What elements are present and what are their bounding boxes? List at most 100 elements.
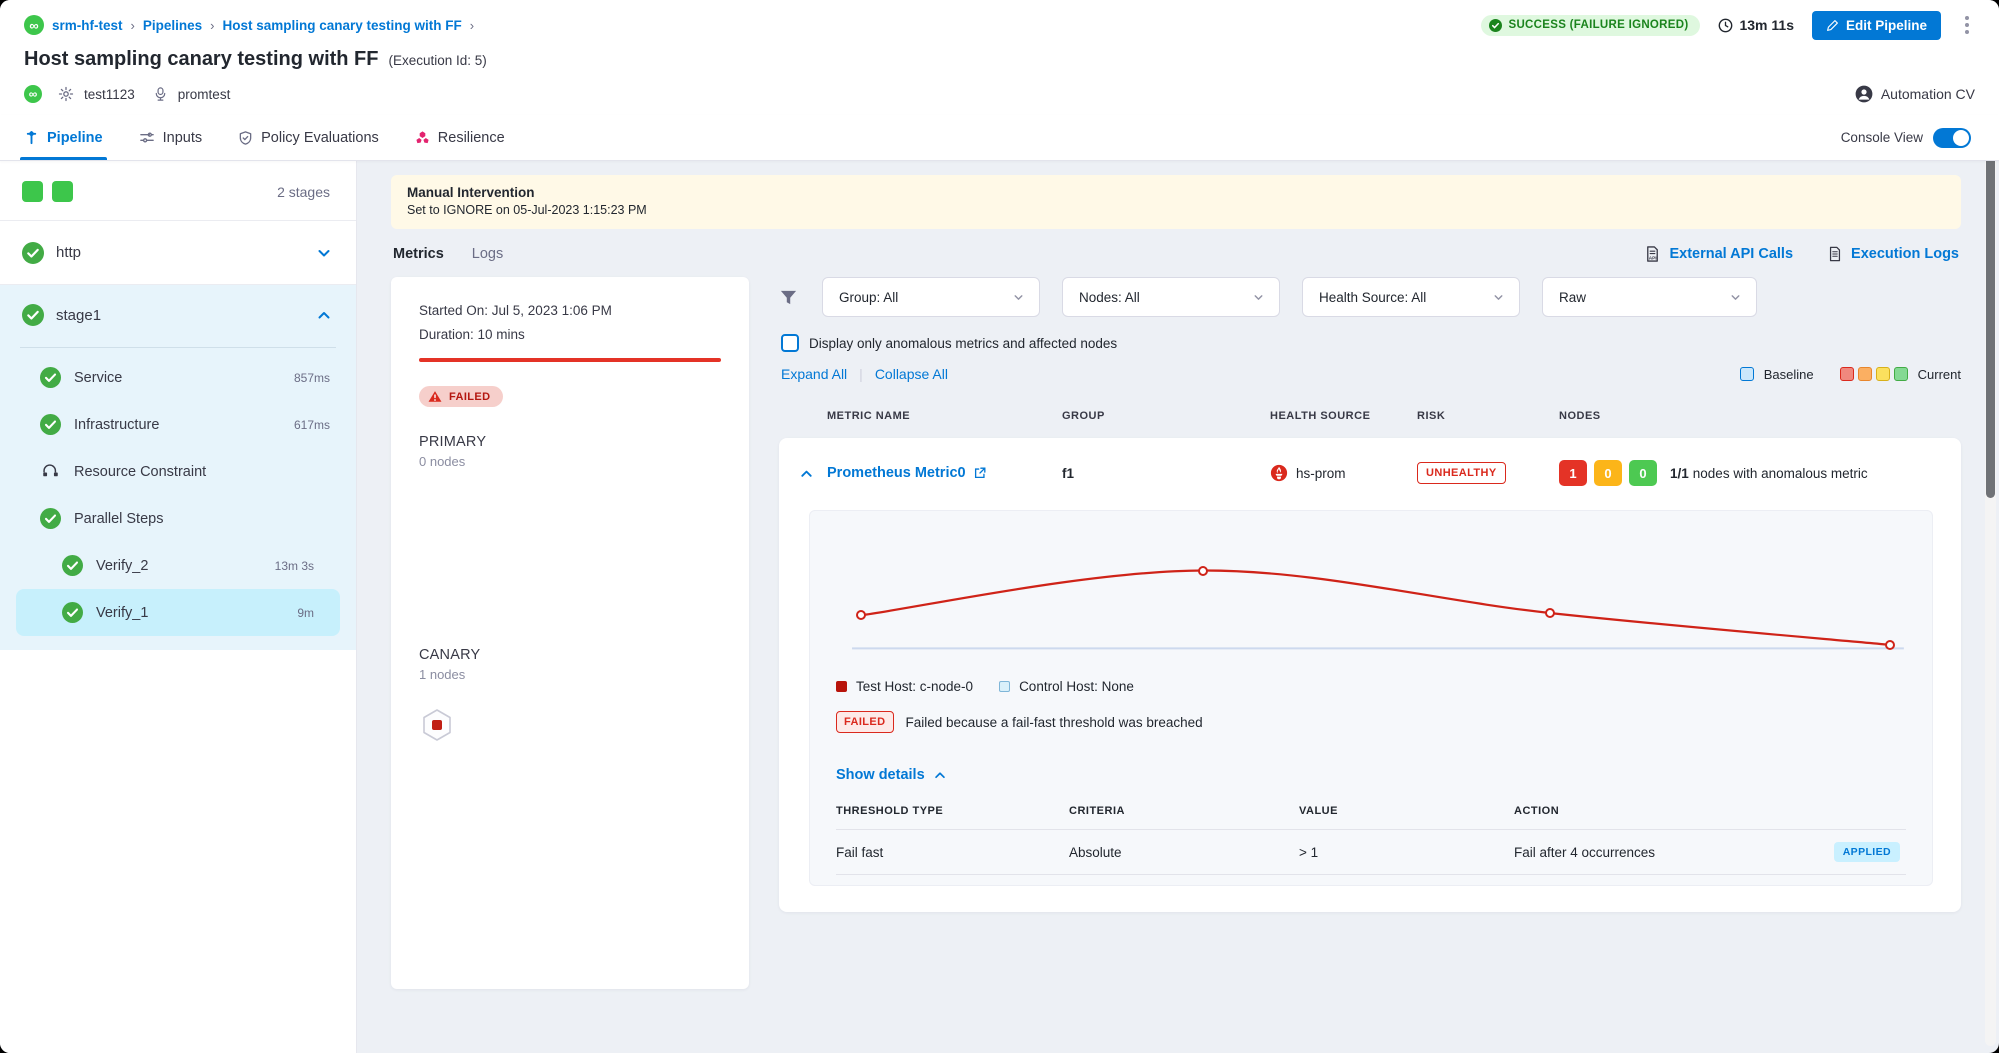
nodes-filter-dropdown[interactable]: Nodes: All bbox=[1062, 277, 1280, 317]
warning-triangle-icon bbox=[428, 390, 442, 403]
breadcrumb-pipelines[interactable]: Pipelines bbox=[143, 18, 202, 33]
data-point-marker[interactable] bbox=[1545, 608, 1555, 618]
sidebar-step-verify-2[interactable]: Verify_2 13m 3s bbox=[16, 542, 340, 589]
metric-name-link[interactable]: Prometheus Metric0 bbox=[827, 465, 1062, 481]
data-point-marker[interactable] bbox=[856, 610, 866, 620]
stage-count: 2 stages bbox=[277, 184, 330, 200]
chevron-down-icon bbox=[1729, 291, 1742, 304]
api-document-icon: API bbox=[1644, 245, 1661, 263]
tab-pipeline[interactable]: Pipeline bbox=[24, 115, 103, 160]
collapse-all-link[interactable]: Collapse All bbox=[875, 366, 948, 382]
verification-summary-card: Started On: Jul 5, 2023 1:06 PM Duration… bbox=[391, 277, 749, 989]
collapse-row-chevron-up-icon[interactable] bbox=[799, 466, 814, 481]
chevron-up-icon[interactable] bbox=[316, 307, 332, 323]
breadcrumb-project[interactable]: srm-hf-test bbox=[52, 18, 123, 33]
sidebar-step-resource-constraint[interactable]: Resource Constraint bbox=[0, 448, 356, 495]
chevron-right-icon: › bbox=[470, 18, 474, 33]
column-metric-name: METRIC NAME bbox=[827, 410, 1062, 422]
status-badge: SUCCESS (FAILURE IGNORED) bbox=[1481, 15, 1700, 36]
banner-text: Set to IGNORE on 05-Jul-2023 1:15:23 PM bbox=[407, 203, 1945, 217]
metrics-analysis-panel: Group: All Nodes: All Health Source: All bbox=[779, 277, 1961, 912]
current-legend-swatch-green bbox=[1894, 367, 1908, 381]
column-risk: RISK bbox=[1417, 410, 1559, 422]
view-mode-dropdown[interactable]: Raw bbox=[1542, 277, 1757, 317]
execution-logs-link[interactable]: Execution Logs bbox=[1827, 245, 1959, 263]
tab-resilience[interactable]: Resilience bbox=[415, 115, 505, 160]
cd-module-icon: ∞ bbox=[24, 85, 42, 103]
sidebar-step-parallel-steps[interactable]: Parallel Steps bbox=[0, 495, 356, 542]
canary-node-hexagon-icon[interactable] bbox=[419, 706, 455, 744]
banner-title: Manual Intervention bbox=[407, 185, 1945, 200]
console-view-toggle[interactable] bbox=[1933, 128, 1971, 148]
threshold-action: Fail after 4 occurrences bbox=[1514, 845, 1655, 860]
tab-inputs[interactable]: Inputs bbox=[139, 115, 203, 160]
pencil-icon bbox=[1826, 19, 1839, 32]
monitored-service-name[interactable]: promtest bbox=[178, 87, 231, 102]
control-host-swatch bbox=[999, 681, 1010, 692]
breadcrumb: ∞ srm-hf-test › Pipelines › Host samplin… bbox=[24, 15, 474, 35]
column-health-source: HEALTH SOURCE bbox=[1270, 410, 1417, 422]
sidebar-step-service[interactable]: Service 857ms bbox=[0, 354, 356, 401]
sidebar-step-infrastructure[interactable]: Infrastructure 617ms bbox=[0, 401, 356, 448]
started-on: Started On: Jul 5, 2023 1:06 PM bbox=[419, 303, 721, 318]
stage-status-square bbox=[22, 181, 43, 202]
page-title: Host sampling canary testing with FF bbox=[24, 48, 379, 71]
chevron-up-icon bbox=[933, 768, 947, 782]
breadcrumb-pipeline-name[interactable]: Host sampling canary testing with FF bbox=[222, 18, 461, 33]
pipeline-tabs: Pipeline Inputs Policy Evaluations Resil… bbox=[0, 115, 1999, 161]
subtab-logs[interactable]: Logs bbox=[472, 246, 503, 262]
success-check-icon bbox=[22, 304, 44, 326]
th-col-action: ACTION bbox=[1514, 805, 1906, 829]
column-nodes: NODES bbox=[1559, 410, 1961, 422]
pipeline-icon bbox=[24, 130, 39, 145]
tab-policy-evaluations[interactable]: Policy Evaluations bbox=[238, 115, 379, 160]
more-options-menu-icon[interactable] bbox=[1959, 12, 1975, 38]
service-name[interactable]: test1123 bbox=[84, 87, 135, 102]
sidebar-stage-stage1[interactable]: stage1 bbox=[0, 285, 356, 345]
chevron-right-icon: › bbox=[131, 18, 135, 33]
metric-table-header: METRIC NAME GROUP HEALTH SOURCE RISK NOD… bbox=[779, 410, 1961, 422]
current-legend-swatch-red bbox=[1840, 367, 1854, 381]
risk-badge: UNHEALTHY bbox=[1417, 462, 1506, 484]
stage-summary: 2 stages bbox=[0, 161, 356, 221]
health-source-filter-dropdown[interactable]: Health Source: All bbox=[1302, 277, 1520, 317]
resource-constraint-icon bbox=[40, 461, 61, 482]
check-circle-icon bbox=[1489, 19, 1502, 32]
expand-all-link[interactable]: Expand All bbox=[781, 366, 847, 382]
baseline-legend-label: Baseline bbox=[1764, 367, 1814, 382]
anomalous-only-checkbox[interactable] bbox=[781, 334, 799, 352]
divider: | bbox=[859, 366, 863, 382]
svg-text:API: API bbox=[1649, 256, 1657, 262]
filter-funnel-icon[interactable] bbox=[779, 288, 798, 307]
monitored-service-icon bbox=[153, 86, 168, 102]
external-api-calls-link[interactable]: API External API Calls bbox=[1644, 245, 1793, 263]
edit-pipeline-button[interactable]: Edit Pipeline bbox=[1812, 11, 1941, 40]
scrollbar-thumb[interactable] bbox=[1986, 152, 1995, 498]
sidebar-step-verify-1[interactable]: Verify_1 9m bbox=[16, 589, 340, 636]
show-details-toggle[interactable]: Show details bbox=[836, 767, 1906, 783]
verification-status-badge: FAILED bbox=[419, 386, 503, 407]
manual-intervention-banner: Manual Intervention Set to IGNORE on 05-… bbox=[391, 175, 1961, 229]
chevron-down-icon bbox=[1252, 291, 1265, 304]
step-duration: 857ms bbox=[294, 371, 330, 385]
analysis-failed-badge: FAILED bbox=[836, 711, 894, 733]
chevron-down-icon bbox=[1012, 291, 1025, 304]
metric-row[interactable]: Prometheus Metric0 f1 hs-prom UNHEALTHY … bbox=[779, 438, 1961, 506]
chevron-down-icon[interactable] bbox=[316, 245, 332, 261]
shield-check-icon bbox=[238, 130, 253, 146]
verification-progress-bar bbox=[419, 358, 721, 362]
failed-reason-text: Failed because a fail-fast threshold was… bbox=[906, 715, 1203, 730]
page-header: ∞ srm-hf-test › Pipelines › Host samplin… bbox=[0, 0, 1999, 115]
anomalous-only-label[interactable]: Display only anomalous metrics and affec… bbox=[809, 336, 1117, 351]
metric-timeseries-chart bbox=[836, 541, 1906, 659]
test-host-swatch bbox=[836, 681, 847, 692]
data-point-marker[interactable] bbox=[1885, 640, 1895, 650]
data-point-marker[interactable] bbox=[1198, 566, 1208, 576]
subtab-metrics[interactable]: Metrics bbox=[393, 246, 444, 262]
sidebar-stage-http[interactable]: http bbox=[0, 221, 356, 285]
control-host-legend: Control Host: None bbox=[999, 679, 1134, 694]
vertical-scrollbar[interactable] bbox=[1985, 150, 1996, 1046]
group-filter-dropdown[interactable]: Group: All bbox=[822, 277, 1040, 317]
success-check-icon bbox=[62, 602, 83, 623]
harness-logo-icon: ∞ bbox=[24, 15, 44, 35]
